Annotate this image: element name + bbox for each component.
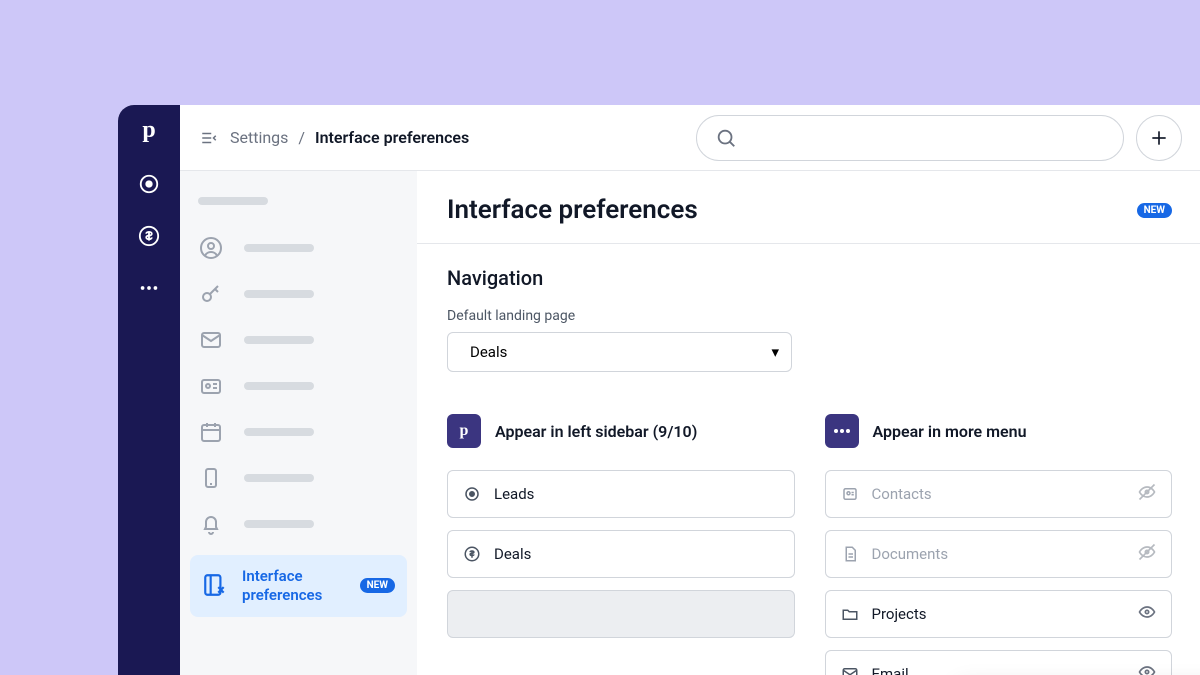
add-button[interactable] (1136, 115, 1182, 161)
nav-item-deals[interactable]: Deals (447, 530, 795, 578)
sidebar-item[interactable] (190, 363, 407, 409)
page-title: Interface preferences (447, 195, 698, 225)
nav-item-email[interactable]: Email (825, 650, 1173, 675)
breadcrumb-root[interactable]: Settings (230, 128, 288, 147)
rail-leads-icon[interactable] (137, 172, 161, 196)
sidebar-item[interactable] (190, 409, 407, 455)
sidebar-item[interactable] (190, 271, 407, 317)
item-label: Projects (872, 605, 927, 623)
column-title: Appear in left sidebar (9/10) (495, 422, 697, 441)
settings-sidebar: Interface preferences NEW (180, 171, 417, 675)
chevron-down-icon: ▾ (771, 343, 779, 361)
eye-icon[interactable] (1137, 662, 1157, 675)
plus-icon (1149, 128, 1169, 148)
sidebar-item[interactable] (190, 455, 407, 501)
mail-icon (840, 664, 860, 675)
more-chip-icon (825, 414, 859, 448)
item-label: Leads (494, 485, 534, 503)
logo-chip-icon: p (447, 414, 481, 448)
logo[interactable]: p (142, 117, 155, 144)
nav-item-leads[interactable]: Leads (447, 470, 795, 518)
new-badge: NEW (1137, 203, 1172, 218)
interface-icon (202, 572, 228, 600)
rail-more-icon[interactable] (137, 276, 161, 300)
user-icon (198, 235, 224, 261)
left-rail: p (118, 105, 180, 675)
divider (417, 243, 1200, 244)
content-panel: Interface preferences NEW Navigation Def… (417, 171, 1200, 675)
section-heading: Navigation (447, 266, 1172, 290)
sidebar-heading-skeleton (198, 197, 268, 205)
landing-page-select[interactable]: Deals ▾ (447, 332, 792, 372)
rail-deals-icon[interactable] (137, 224, 161, 248)
item-label: Contacts (872, 485, 932, 503)
item-label: Email (872, 665, 909, 675)
drop-placeholder (447, 590, 795, 638)
body: Interface preferences NEW Interface pref… (180, 171, 1200, 675)
main-area: Settings / Interface preferences (180, 105, 1200, 675)
sidebar-item[interactable] (190, 225, 407, 271)
target-icon (462, 484, 482, 504)
eye-off-icon[interactable] (1137, 542, 1157, 566)
sidebar-item[interactable] (190, 317, 407, 363)
item-label: Deals (494, 545, 531, 563)
search-input[interactable] (747, 129, 1105, 147)
app-frame: p Settings / Interface preferences (118, 105, 1200, 675)
dollar-icon (462, 544, 482, 564)
search-icon (715, 127, 737, 149)
id-icon (198, 373, 224, 399)
nav-item-contacts[interactable]: Contacts (825, 470, 1173, 518)
item-label: Documents (872, 545, 949, 563)
breadcrumb-leaf: Interface preferences (315, 128, 469, 147)
left-sidebar-column: p Appear in left sidebar (9/10) Leads De… (447, 414, 795, 675)
phone-icon (198, 465, 224, 491)
sidebar-item-label: Interface preferences (242, 567, 346, 605)
eye-off-icon[interactable] (1137, 482, 1157, 506)
sidebar-item[interactable] (190, 501, 407, 547)
folder-icon (840, 604, 860, 624)
select-value: Deals (470, 343, 507, 361)
field-label: Default landing page (447, 308, 1172, 324)
more-menu-column: Appear in more menu Contacts Documents (825, 414, 1173, 675)
key-icon (198, 281, 224, 307)
search-field[interactable] (696, 115, 1124, 161)
document-icon (840, 544, 860, 564)
collapse-menu-icon[interactable] (200, 129, 218, 147)
breadcrumb-separator: / (298, 128, 305, 147)
calendar-icon (198, 419, 224, 445)
eye-icon[interactable] (1137, 602, 1157, 626)
topbar: Settings / Interface preferences (180, 105, 1200, 171)
bell-icon (198, 511, 224, 537)
sidebar-item-interface-preferences[interactable]: Interface preferences NEW (190, 555, 407, 617)
contact-icon (840, 484, 860, 504)
nav-item-documents[interactable]: Documents (825, 530, 1173, 578)
nav-item-projects[interactable]: Projects (825, 590, 1173, 638)
breadcrumb: Settings / Interface preferences (230, 128, 469, 147)
mail-icon (198, 327, 224, 353)
new-badge: NEW (360, 578, 395, 593)
column-title: Appear in more menu (873, 422, 1027, 441)
